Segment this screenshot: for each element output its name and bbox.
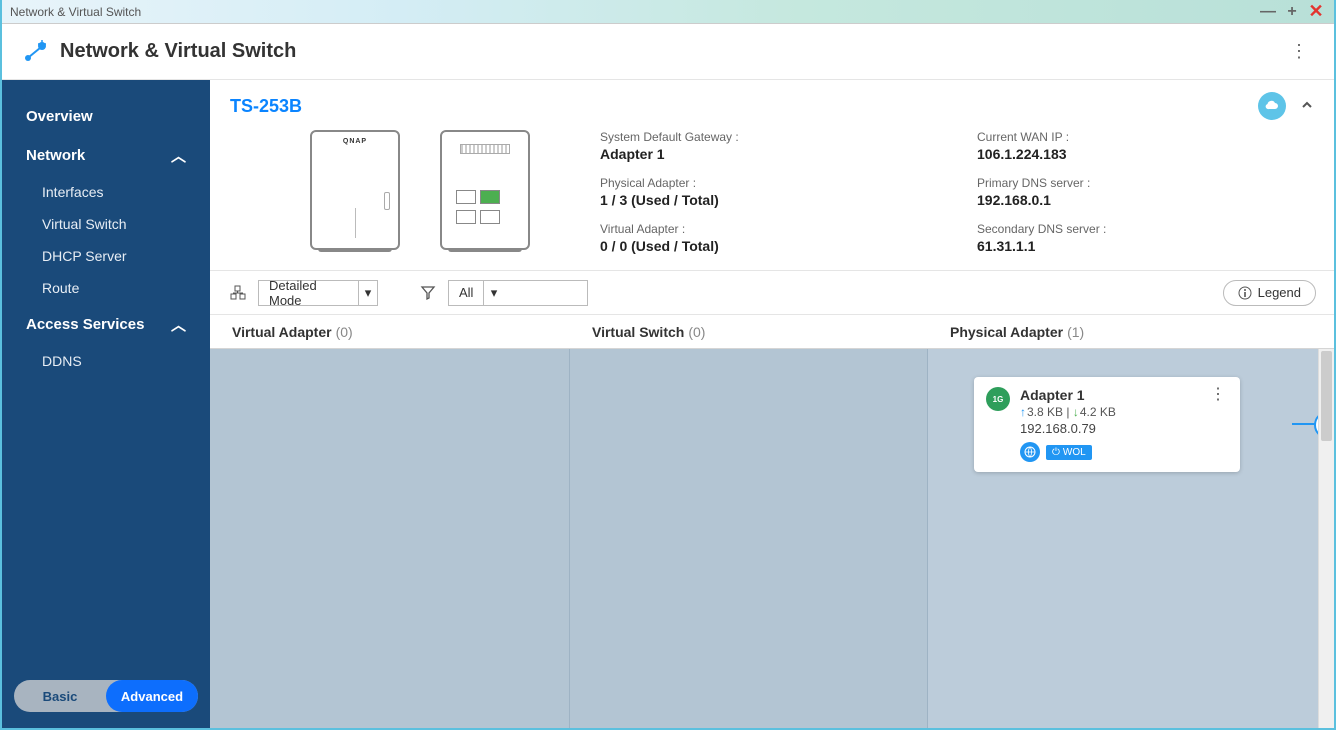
- toolbar: Detailed Mode ▾ All ▾ Legend: [210, 271, 1334, 315]
- app-title: Network & Virtual Switch: [60, 40, 296, 63]
- nas-back-image: [440, 130, 530, 250]
- info-secondary-dns: Secondary DNS server :61.31.1.1: [977, 222, 1314, 254]
- scrollbar-thumb[interactable]: [1321, 351, 1332, 441]
- caret-down-icon: ▾: [358, 281, 377, 305]
- header-menu-button[interactable]: ⋮: [1282, 37, 1316, 66]
- columns-body: 1G Adapter 1 3.8 KB | 4.2 KB 192.168.0.7…: [210, 349, 1334, 728]
- sidebar: Overview Network︿ Interfaces Virtual Swi…: [2, 80, 210, 728]
- info-physical-adapter: Physical Adapter :1 / 3 (Used / Total): [600, 176, 937, 208]
- sidebar-item-virtual-switch[interactable]: Virtual Switch: [2, 208, 210, 240]
- adapter-speed-badge: 1G: [986, 387, 1010, 411]
- sidebar-item-route[interactable]: Route: [2, 272, 210, 304]
- col-virtual-adapter: [210, 349, 570, 728]
- maximize-button[interactable]: +: [1282, 2, 1302, 22]
- app-header: Network & Virtual Switch ⋮: [2, 24, 1334, 80]
- adapter-card[interactable]: 1G Adapter 1 3.8 KB | 4.2 KB 192.168.0.7…: [974, 377, 1240, 472]
- device-images: QNAP: [310, 130, 530, 254]
- col-header-physical-adapter: Physical Adapter(1): [928, 315, 1334, 348]
- wol-badge: ⏻WOL: [1046, 445, 1092, 460]
- adapter-ip: 192.168.0.79: [1020, 421, 1208, 436]
- info-icon: [1238, 286, 1252, 300]
- col-header-virtual-switch: Virtual Switch(0): [570, 315, 928, 348]
- mode-toggle[interactable]: Basic Advanced: [14, 680, 198, 712]
- filter-select[interactable]: All ▾: [448, 280, 588, 306]
- caret-down-icon: ▾: [483, 281, 503, 305]
- globe-icon: [1020, 442, 1040, 462]
- app-icon: [20, 38, 48, 66]
- view-mode-select[interactable]: Detailed Mode ▾: [258, 280, 378, 306]
- chevron-up-icon: ︿: [171, 314, 186, 335]
- chevron-up-icon: ︿: [171, 145, 186, 166]
- info-gateway: System Default Gateway :Adapter 1: [600, 130, 937, 162]
- col-physical-adapter: 1G Adapter 1 3.8 KB | 4.2 KB 192.168.0.7…: [928, 349, 1334, 728]
- sidebar-item-ddns[interactable]: DDNS: [2, 345, 210, 377]
- sidebar-item-interfaces[interactable]: Interfaces: [2, 176, 210, 208]
- close-button[interactable]: ✕: [1306, 2, 1326, 22]
- adapter-name: Adapter 1: [1020, 387, 1208, 403]
- info-virtual-adapter: Virtual Adapter :0 / 0 (Used / Total): [600, 222, 937, 254]
- info-wan-ip: Current WAN IP :106.1.224.183: [977, 130, 1314, 162]
- scrollbar[interactable]: [1318, 349, 1334, 728]
- col-virtual-switch: [570, 349, 928, 728]
- col-header-virtual-adapter: Virtual Adapter(0): [210, 315, 570, 348]
- sidebar-item-network[interactable]: Network︿: [2, 135, 210, 176]
- adapter-menu-button[interactable]: ⋮: [1208, 387, 1228, 403]
- device-name: TS-253B: [230, 96, 302, 117]
- info-primary-dns: Primary DNS server :192.168.0.1: [977, 176, 1314, 208]
- filter-icon[interactable]: [418, 283, 438, 303]
- sidebar-item-overview[interactable]: Overview: [2, 98, 210, 135]
- cloud-icon[interactable]: [1258, 92, 1286, 120]
- legend-button[interactable]: Legend: [1223, 280, 1316, 306]
- device-header: TS-253B QNAP: [210, 80, 1334, 271]
- titlebar: Network & Virtual Switch — + ✕: [2, 0, 1334, 24]
- minimize-button[interactable]: —: [1258, 2, 1278, 22]
- window-title: Network & Virtual Switch: [10, 5, 141, 19]
- sidebar-item-dhcp-server[interactable]: DHCP Server: [2, 240, 210, 272]
- collapse-button[interactable]: [1300, 98, 1314, 115]
- sidebar-item-access-services[interactable]: Access Services︿: [2, 304, 210, 345]
- mode-basic[interactable]: Basic: [14, 680, 106, 712]
- columns-header: Virtual Adapter(0) Virtual Switch(0) Phy…: [210, 315, 1334, 349]
- mode-advanced[interactable]: Advanced: [106, 680, 198, 712]
- adapter-traffic: 3.8 KB | 4.2 KB: [1020, 405, 1208, 419]
- topology-icon[interactable]: [228, 283, 248, 303]
- nas-front-image: QNAP: [310, 130, 400, 250]
